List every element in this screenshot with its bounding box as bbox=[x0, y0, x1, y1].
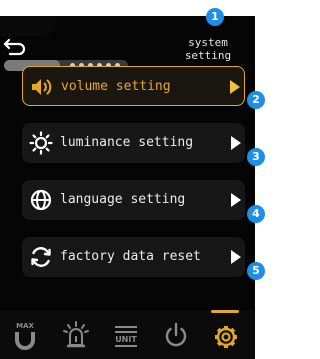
chevron-right-icon bbox=[231, 250, 241, 264]
chevron-right-icon bbox=[231, 136, 241, 150]
alarm-tab[interactable] bbox=[50, 310, 100, 359]
menu-item-label: factory data reset bbox=[60, 249, 201, 264]
menu-item-luminance-setting[interactable]: luminance setting bbox=[22, 123, 245, 163]
top-tab-decoration bbox=[0, 16, 56, 36]
page-title: system setting bbox=[168, 36, 248, 62]
power-tab[interactable] bbox=[150, 310, 200, 359]
settings-tab[interactable] bbox=[200, 310, 250, 359]
callout-badge: 2 bbox=[247, 91, 265, 109]
unit-icon: UNIT bbox=[115, 326, 137, 347]
page-title-line2: setting bbox=[184, 49, 232, 62]
max-magnet-icon: MAX bbox=[15, 322, 35, 350]
bottom-tab-bar: MAX UNIT bbox=[0, 310, 255, 359]
chevron-right-icon bbox=[230, 80, 240, 94]
alarm-icon bbox=[63, 321, 89, 348]
page-title-line1: system bbox=[188, 36, 228, 49]
menu-item-factory-data-reset[interactable]: factory data reset bbox=[22, 237, 245, 277]
back-arrow-icon[interactable] bbox=[2, 36, 28, 58]
menu-item-label: luminance setting bbox=[60, 135, 194, 150]
max-tab-label: MAX bbox=[16, 322, 34, 330]
menu-item-label: volume setting bbox=[61, 79, 171, 94]
unit-tab[interactable]: UNIT bbox=[100, 310, 150, 359]
refresh-icon bbox=[28, 245, 54, 269]
callout-badge: 3 bbox=[247, 148, 265, 166]
power-icon bbox=[165, 322, 187, 347]
chevron-right-icon bbox=[231, 193, 241, 207]
sun-icon bbox=[28, 131, 54, 155]
callout-badge: 1 bbox=[206, 8, 224, 26]
unit-tab-label: UNIT bbox=[115, 335, 137, 344]
max-tab[interactable]: MAX bbox=[0, 310, 50, 359]
globe-icon bbox=[28, 188, 54, 212]
callout-badge: 4 bbox=[247, 205, 265, 223]
callout-badge: 5 bbox=[247, 262, 265, 280]
menu-item-volume-setting[interactable]: volume setting bbox=[22, 66, 245, 106]
device-screen: system setting volume setting luminance … bbox=[0, 16, 255, 359]
menu-item-label: language setting bbox=[60, 192, 186, 207]
menu-item-language-setting[interactable]: language setting bbox=[22, 180, 245, 220]
gear-icon bbox=[215, 326, 237, 348]
speaker-icon bbox=[29, 75, 55, 99]
